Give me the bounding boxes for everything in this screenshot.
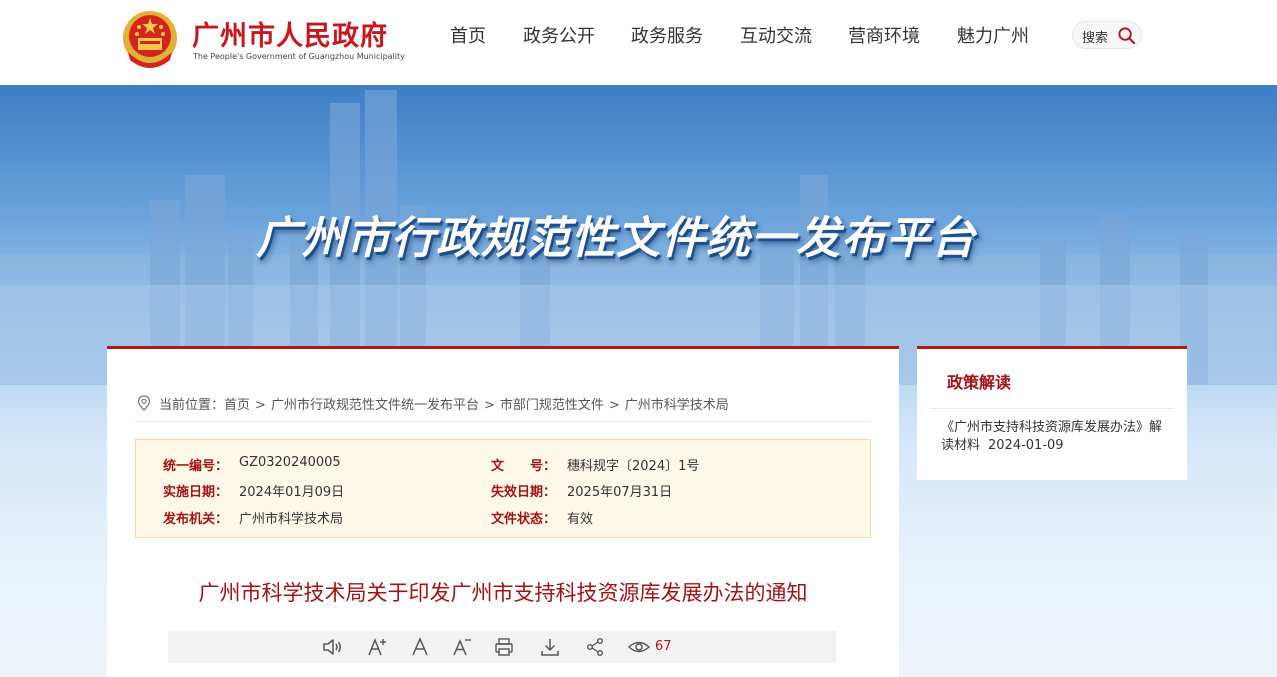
breadcrumb-science-bureau[interactable]: 广州市科学技术局 — [625, 398, 729, 413]
search-button[interactable]: 搜索 — [1072, 21, 1142, 49]
breadcrumb-prefix: 当前位置： — [159, 398, 225, 413]
breadcrumb-separator: > — [483, 398, 495, 413]
printer-icon — [495, 638, 513, 656]
share-icon — [587, 638, 603, 656]
nav-business-environment[interactable]: 营商环境 — [848, 22, 920, 48]
search-label: 搜索 — [1082, 31, 1109, 46]
download-icon — [541, 639, 559, 656]
download-button[interactable] — [539, 636, 561, 658]
font-increase-button[interactable] — [366, 636, 388, 658]
font-decrease-icon — [453, 639, 471, 656]
side-panel-divider — [931, 408, 1173, 409]
speaker-icon — [323, 639, 341, 655]
view-count: 67 — [655, 639, 672, 654]
site-name[interactable]: 广州市人民政府 — [192, 14, 388, 53]
issuer-value: 广州市科学技术局 — [239, 512, 344, 527]
font-default-button[interactable] — [409, 636, 431, 658]
read-aloud-button[interactable] — [321, 636, 343, 658]
site-name-en[interactable]: The People's Government of Guangzhou Mun… — [193, 52, 405, 61]
font-increase-icon — [368, 637, 386, 656]
document-metadata: 统一编号： GZ0320240005 文 号： 穗科规字〔2024〕1号 实施日… — [135, 439, 871, 538]
interpretation-link-date: 2024-01-09 — [988, 438, 1064, 453]
side-panel-title: 政策解读 — [947, 373, 1012, 392]
nav-charm-guangzhou[interactable]: 魅力广州 — [957, 22, 1029, 48]
status-label: 文件状态： — [491, 512, 557, 527]
breadcrumb: 当前位置：首页 > 广州市行政规范性文件统一发布平台 > 市部门规范性文件 > 广州市科学技… — [159, 394, 729, 413]
breadcrumb-separator: > — [608, 398, 620, 413]
font-decrease-button[interactable] — [451, 636, 473, 658]
expiry-date-value: 2025年07月31日 — [567, 485, 673, 500]
breadcrumb-department-docs[interactable]: 市部门规范性文件 — [500, 398, 604, 413]
view-count-indicator — [627, 636, 651, 658]
effective-date-label: 实施日期： — [163, 485, 229, 500]
policy-interpretation-panel: 政策解读 《广州市支持科技资源库发展办法》解读材料 2024-01-09 — [917, 346, 1187, 480]
breadcrumb-separator: > — [255, 398, 266, 413]
share-button[interactable] — [584, 636, 606, 658]
search-icon — [1118, 27, 1136, 45]
document-panel: 当前位置：首页 > 广州市行政规范性文件统一发布平台 > 市部门规范性文件 > 广州市科学技… — [107, 346, 899, 677]
nav-home[interactable]: 首页 — [450, 22, 486, 48]
location-pin-icon — [137, 395, 151, 411]
interpretation-link[interactable]: 《广州市支持科技资源库发展办法》解读材料 2024-01-09 — [941, 419, 1169, 455]
banner-title: 广州市行政规范性文件统一发布平台 — [256, 213, 976, 264]
nav-interaction[interactable]: 互动交流 — [740, 22, 812, 48]
print-button[interactable] — [493, 636, 515, 658]
breadcrumb-platform[interactable]: 广州市行政规范性文件统一发布平台 — [271, 398, 479, 413]
document-title: 广州市科学技术局关于印发广州市支持科技资源库发展办法的通知 — [198, 581, 808, 605]
reading-toolbar: 67 — [168, 631, 836, 663]
issuer-label: 发布机关： — [163, 512, 229, 527]
breadcrumb-home[interactable]: 首页 — [224, 398, 250, 413]
serial-label: 统一编号： — [163, 459, 229, 474]
national-emblem-icon[interactable] — [120, 8, 180, 72]
expiry-date-label: 失效日期： — [491, 485, 557, 500]
docno-value: 穗科规字〔2024〕1号 — [567, 459, 700, 474]
status-value: 有效 — [567, 512, 594, 527]
serial-value: GZ0320240005 — [239, 455, 341, 470]
nav-government-services[interactable]: 政务服务 — [631, 22, 703, 48]
nav-government-affairs[interactable]: 政务公开 — [523, 22, 595, 48]
breadcrumb-divider — [135, 421, 871, 422]
effective-date-value: 2024年01月09日 — [239, 485, 345, 500]
font-default-icon — [412, 637, 428, 656]
docno-label: 文 号： — [491, 459, 557, 474]
site-header: 广州市人民政府 The People's Government of Guang… — [0, 0, 1277, 85]
eye-icon — [627, 641, 651, 653]
